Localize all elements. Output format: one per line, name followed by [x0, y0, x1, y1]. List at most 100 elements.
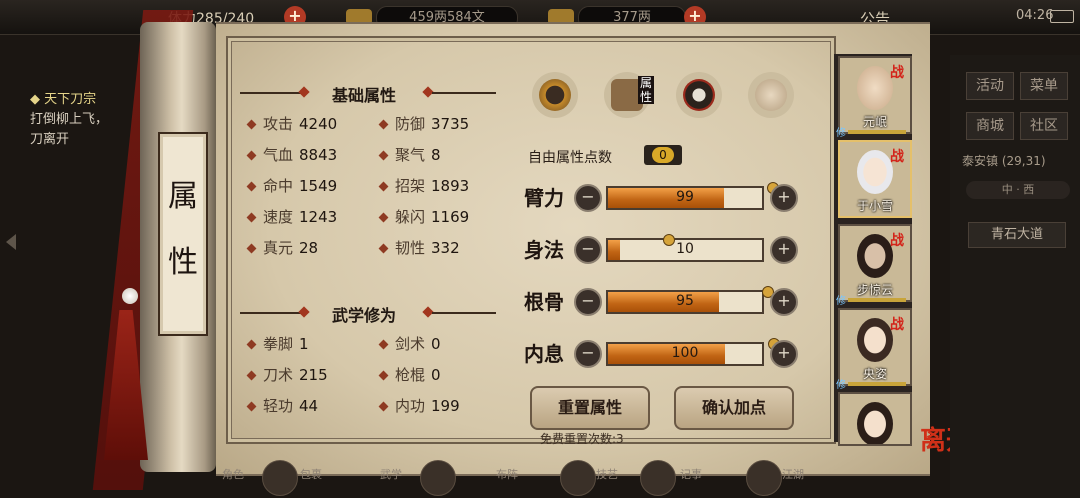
clock: 04:26 — [1016, 8, 1054, 23]
stat-speed: 速度 1243 — [246, 207, 337, 227]
attr-agility-plus-button[interactable]: + — [770, 236, 798, 264]
stat-qi: 聚气 8 — [378, 145, 441, 165]
free-points-box: 0 — [644, 145, 682, 165]
attr-breath-bar[interactable]: 100 — [606, 338, 781, 366]
tab-taiji[interactable] — [676, 72, 722, 118]
location-coords: (29,31) — [1001, 154, 1046, 168]
stat-zhenyuan: 真元 28 — [246, 238, 318, 258]
stat-defense: 防御 3735 — [378, 114, 469, 134]
stat-fist: 拳脚 1 — [246, 334, 309, 354]
tab-attributes[interactable]: 属性 — [604, 72, 654, 118]
cultivate-tag: 修 — [836, 296, 846, 307]
exp-bar — [848, 130, 906, 134]
tab-equipment[interactable] — [532, 72, 578, 118]
attr-agility-value: 10 — [676, 241, 694, 257]
divider — [432, 92, 496, 94]
free-points-value: 0 — [652, 147, 674, 163]
avatar — [857, 150, 893, 194]
attr-breath-plus-button[interactable]: + — [770, 340, 798, 368]
battle-tag: 战 — [890, 317, 904, 333]
party-member-name: 央姿 — [862, 367, 887, 381]
left-arrow-icon[interactable] — [6, 234, 16, 250]
stat-hp: 气血 8843 — [246, 145, 337, 165]
formation-icon[interactable] — [420, 460, 456, 496]
stat-toughness: 韧性 332 — [378, 238, 460, 258]
skill-icon[interactable] — [560, 460, 596, 496]
location-label: 泰安镇 (29,31) — [962, 152, 1074, 172]
free-points-label: 自由属性点数 — [528, 150, 612, 166]
exp-bar — [848, 382, 906, 386]
stat-inner: 内功 199 — [378, 396, 460, 416]
tab-meridian[interactable] — [748, 72, 794, 118]
world-icon[interactable] — [746, 460, 782, 496]
quest-tracker[interactable]: ◆ 天下刀宗 打倒柳上飞， 刀离开 — [30, 90, 142, 150]
attr-constitution-minus-button[interactable]: − — [574, 288, 602, 316]
cultivate-tag: 修 — [836, 380, 846, 391]
battery-icon — [1050, 10, 1074, 23]
base-stats-title: 基础属性 — [331, 86, 396, 105]
activity-button[interactable]: 活动 — [966, 72, 1014, 100]
avatar — [857, 402, 893, 444]
attr-agility-label: 身法 — [524, 238, 564, 262]
attribute-tab-label: 属性 — [638, 76, 654, 104]
direction-text-west: 西 — [1023, 183, 1035, 196]
avatar — [857, 66, 893, 110]
party-member-card[interactable] — [838, 392, 912, 446]
avatar — [857, 318, 893, 362]
reset-attributes-button[interactable]: 重置属性 — [530, 386, 650, 430]
shop-button[interactable]: 商城 — [966, 112, 1014, 140]
attr-constitution-plus-button[interactable]: + — [770, 288, 798, 316]
divider — [240, 312, 302, 314]
stat-attack: 攻击 4240 — [246, 114, 337, 134]
notes-icon[interactable] — [640, 460, 676, 496]
bag-icon[interactable] — [262, 460, 298, 496]
battle-tag: 战 — [890, 65, 904, 81]
bottom-label-role: 角色 — [222, 468, 244, 481]
bottom-label-martial: 武学 — [380, 468, 402, 481]
attr-breath-value: 100 — [671, 345, 699, 361]
confirm-points-button[interactable]: 确认加点 — [674, 386, 794, 430]
scroll-title-char-1: 属 — [168, 179, 198, 214]
scroll-bead — [122, 288, 138, 304]
community-button[interactable]: 社区 — [1020, 112, 1068, 140]
attr-strength-bar[interactable]: 99 — [606, 182, 779, 210]
bottom-label-formation: 布阵 — [496, 468, 518, 481]
bottom-label-bag: 包裹 — [300, 468, 322, 481]
cultivate-tag: 修 — [836, 128, 846, 139]
attr-constitution-value: 95 — [676, 293, 694, 309]
divider — [240, 92, 302, 94]
attr-agility-minus-button[interactable]: − — [574, 236, 602, 264]
stat-blade: 刀术 215 — [246, 365, 328, 385]
bottom-label-world: 江湖 — [782, 468, 804, 481]
quest-line-2: 刀离开 — [30, 132, 70, 147]
meridian-icon — [755, 79, 787, 111]
stat-sword: 剑术 0 — [378, 334, 441, 354]
road-button[interactable]: 青石大道 — [968, 222, 1066, 248]
attr-strength-minus-button[interactable]: − — [574, 184, 602, 212]
attr-breath-minus-button[interactable]: − — [574, 340, 602, 368]
attr-strength-plus-button[interactable]: + — [770, 184, 798, 212]
location-name: 泰安镇 — [962, 154, 999, 168]
bottom-label-notes: 记事 — [680, 468, 702, 481]
menu-button[interactable]: 菜单 — [1020, 72, 1068, 100]
battle-tag: 战 — [890, 149, 904, 165]
avatar — [857, 234, 893, 278]
direction-text: 中 — [1001, 183, 1013, 196]
bottom-label-skill: 技艺 — [596, 468, 618, 481]
attr-constitution-label: 根骨 — [524, 290, 564, 314]
quest-title: 天下刀宗 — [44, 92, 97, 107]
direction-bar: 中 · 西 — [966, 181, 1070, 199]
stat-hit: 命中 1549 — [246, 176, 337, 196]
attr-constitution-bar[interactable]: 95 — [606, 286, 774, 314]
reset-count-text: 免费重置次数:3 — [540, 432, 624, 446]
exp-bar — [848, 298, 906, 302]
party-member-name: 元岷 — [862, 115, 887, 129]
scroll-title-char-2: 性 — [168, 245, 198, 280]
stat-parry: 招架 1893 — [378, 176, 469, 196]
hat-icon — [539, 79, 571, 111]
martial-stats-title: 武学修为 — [331, 306, 396, 325]
stat-spear: 枪棍 0 — [378, 365, 441, 385]
attr-agility-bar[interactable]: 10 — [606, 234, 764, 262]
stat-dodge: 躲闪 1169 — [378, 207, 469, 227]
stat-lightness: 轻功 44 — [246, 396, 318, 416]
